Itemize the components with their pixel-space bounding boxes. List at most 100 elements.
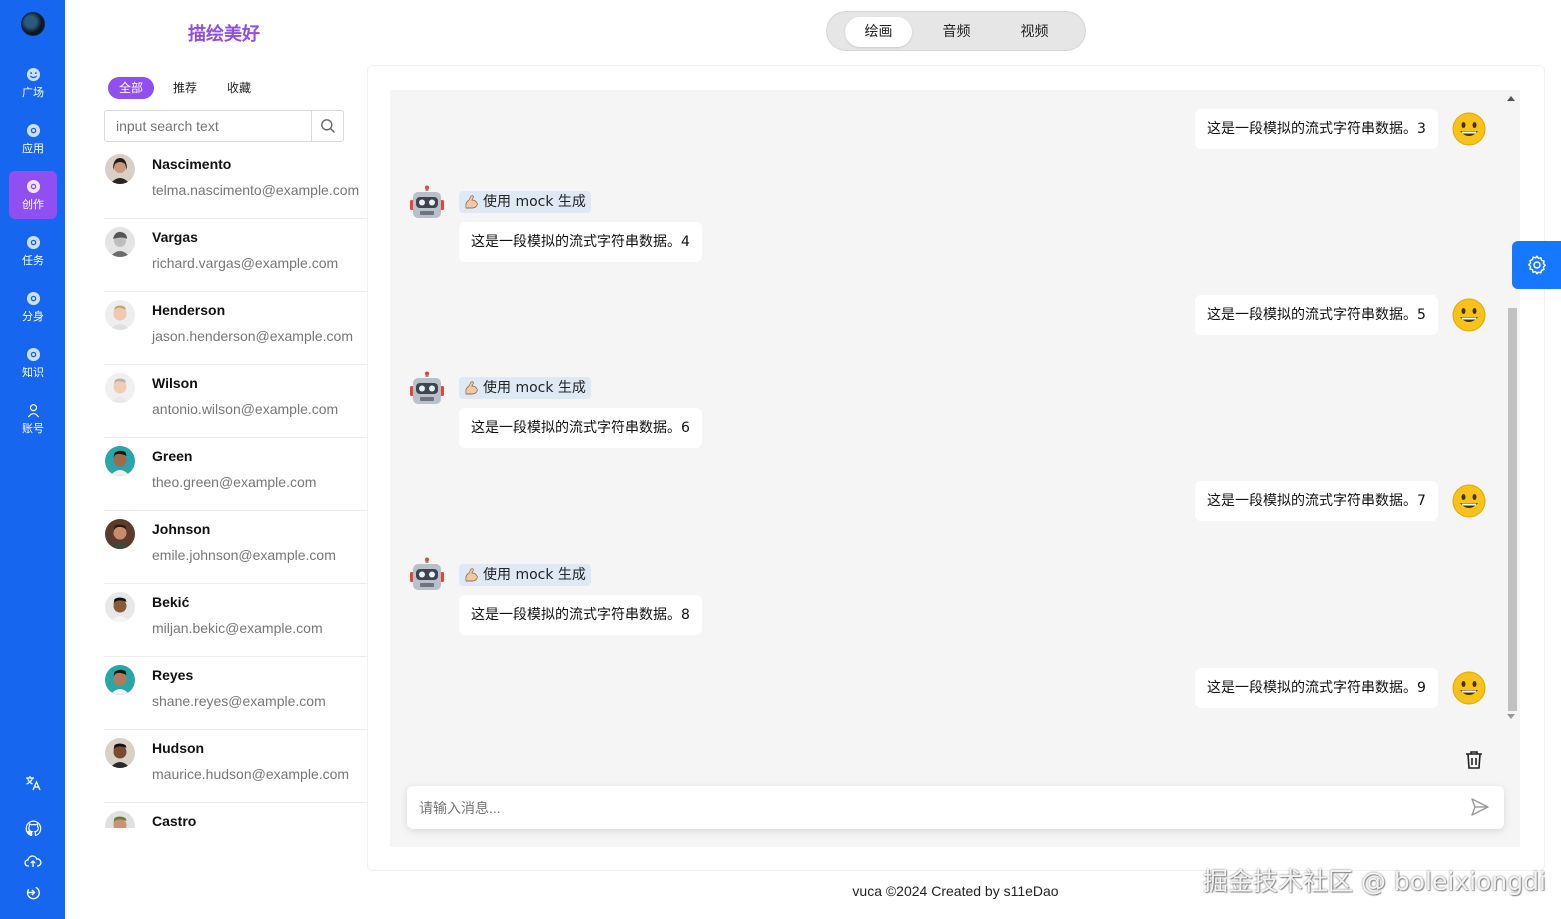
grinning-face-icon	[1452, 671, 1486, 705]
app-logo[interactable]	[21, 12, 45, 36]
chat-scrollbar[interactable]	[1505, 90, 1519, 726]
tab-audio[interactable]: 音频	[923, 17, 990, 47]
nav-item-avatar[interactable]: 分身	[9, 283, 57, 331]
github-button[interactable]	[22, 817, 44, 839]
scrollbar-thumb[interactable]	[1508, 308, 1517, 711]
nav-item-label: 广场	[22, 85, 44, 99]
contact-name: Wilson	[152, 375, 198, 391]
avatar	[105, 300, 135, 330]
bot-message: 这是一段模拟的流式字符串数据。4	[459, 222, 702, 262]
tab-video[interactable]: 视频	[1001, 17, 1068, 47]
mock-tag-label: 使用 mock 生成	[483, 194, 586, 210]
nav-item-apps[interactable]: 应用	[9, 115, 57, 163]
contact-name: Reyes	[152, 667, 194, 683]
list-item[interactable]: Vargas richard.vargas@example.com	[104, 219, 367, 292]
nav-item-knowledge[interactable]: 知识	[9, 339, 57, 387]
list-item[interactable]: Hudson maurice.hudson@example.com	[104, 730, 367, 803]
bot-message: 这是一段模拟的流式字符串数据。8	[459, 595, 702, 635]
nav-item-label: 知识	[22, 365, 44, 379]
user-message: 这是一段模拟的流式字符串数据。9	[1195, 668, 1438, 708]
tab-drawing[interactable]: 绘画	[845, 17, 912, 47]
search-input[interactable]	[105, 111, 313, 141]
translate-icon	[26, 776, 41, 791]
mock-tag: 使用 mock 生成	[459, 564, 591, 586]
contact-email: richard.vargas@example.com	[152, 255, 339, 271]
nav-item-tasks[interactable]: 任务	[9, 227, 57, 275]
nav-item-plaza[interactable]: 广场	[9, 59, 57, 107]
message-input[interactable]	[407, 786, 1447, 829]
list-item[interactable]: Castro	[104, 803, 367, 828]
mock-tag-label: 使用 mock 生成	[483, 380, 586, 396]
list-item[interactable]: Bekić miljan.bekic@example.com	[104, 584, 367, 657]
chrome-icon	[26, 347, 40, 361]
user-icon	[27, 403, 39, 417]
flexed-arm-icon	[465, 194, 478, 208]
clear-chat-button[interactable]	[1463, 749, 1485, 771]
chrome-icon	[26, 291, 40, 305]
scroll-up-arrow-icon[interactable]	[1507, 96, 1515, 101]
list-item[interactable]: Nascimento telma.nascimento@example.com	[104, 146, 367, 219]
nav-item-create[interactable]: 创作	[9, 171, 57, 219]
avatar	[105, 373, 135, 403]
send-button[interactable]	[1470, 797, 1492, 819]
contact-filters: 全部 推荐 收藏	[108, 77, 262, 99]
nav-item-account[interactable]: 账号	[9, 395, 57, 443]
search-icon	[320, 119, 335, 133]
avatar	[105, 592, 135, 622]
list-item[interactable]: Green theo.green@example.com	[104, 438, 367, 511]
nav-item-label: 应用	[22, 141, 44, 155]
smile-icon	[26, 67, 40, 81]
filter-favorites[interactable]: 收藏	[216, 77, 262, 99]
translate-button[interactable]	[22, 772, 44, 794]
robot-icon	[410, 185, 444, 218]
contact-name: Castro	[152, 813, 197, 828]
robot-icon	[410, 557, 444, 590]
upload-button[interactable]	[22, 850, 44, 872]
message-composer	[407, 786, 1504, 829]
contact-name: Johnson	[152, 521, 211, 537]
search-button[interactable]	[311, 111, 343, 141]
contact-search	[104, 110, 344, 142]
mock-tag: 使用 mock 生成	[459, 191, 591, 213]
settings-button[interactable]	[1512, 241, 1561, 289]
gear-icon	[1527, 255, 1546, 275]
filter-all[interactable]: 全部	[108, 77, 155, 99]
contact-email: emile.johnson@example.com	[152, 547, 336, 563]
contact-email: theo.green@example.com	[152, 474, 317, 490]
cloud-upload-icon	[24, 855, 42, 867]
mock-tag-label: 使用 mock 生成	[483, 567, 586, 583]
list-item[interactable]: Reyes shane.reyes@example.com	[104, 657, 367, 730]
nav-item-label: 分身	[22, 309, 44, 323]
contact-name: Bekić	[152, 594, 190, 610]
avatar	[105, 665, 135, 695]
mode-tabs: 绘画 音频 视频	[826, 11, 1086, 51]
nav-item-label: 创作	[22, 197, 44, 211]
grinning-face-icon	[1452, 484, 1486, 518]
chrome-icon	[26, 235, 40, 249]
contact-email: maurice.hudson@example.com	[152, 766, 350, 782]
avatar	[105, 519, 135, 549]
chrome-icon	[26, 179, 40, 193]
contact-email: telma.nascimento@example.com	[152, 182, 360, 198]
list-item[interactable]: Johnson emile.johnson@example.com	[104, 511, 367, 584]
user-message: 这是一段模拟的流式字符串数据。5	[1195, 295, 1438, 335]
flexed-arm-icon	[465, 380, 478, 394]
nav-item-label: 任务	[22, 253, 44, 267]
avatar	[105, 154, 135, 184]
contact-name: Vargas	[152, 229, 198, 245]
github-icon	[25, 819, 41, 836]
mock-tag: 使用 mock 生成	[459, 377, 591, 399]
sidebar-nav: 广场 应用 创作 任务 分身 知识 账号	[0, 0, 65, 919]
contact-email: antonio.wilson@example.com	[152, 401, 339, 417]
list-item[interactable]: Henderson jason.henderson@example.com	[104, 292, 367, 365]
avatar	[105, 811, 135, 828]
contact-name: Henderson	[152, 302, 226, 318]
filter-recommended[interactable]: 推荐	[162, 77, 208, 99]
contact-email: shane.reyes@example.com	[152, 693, 326, 709]
scroll-down-arrow-icon[interactable]	[1507, 714, 1515, 719]
contact-name: Hudson	[152, 740, 205, 756]
list-item[interactable]: Wilson antonio.wilson@example.com	[104, 365, 367, 438]
grinning-face-icon	[1452, 112, 1486, 146]
app-title: 描绘美好	[188, 24, 260, 45]
contact-email: jason.henderson@example.com	[152, 328, 353, 344]
